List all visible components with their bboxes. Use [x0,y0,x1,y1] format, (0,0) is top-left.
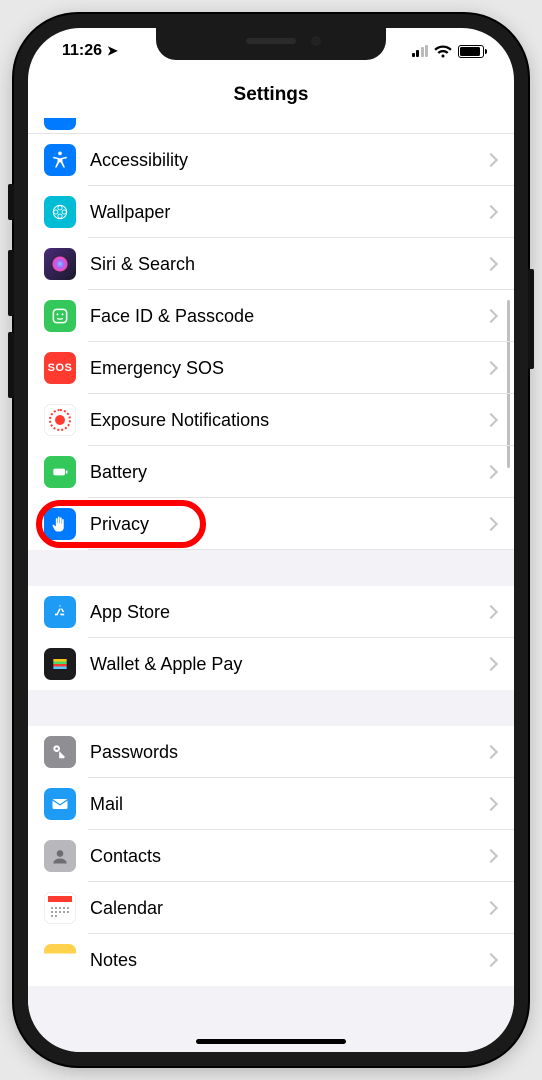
page-title: Settings [28,84,514,106]
battery-icon [44,456,76,488]
mail-icon [44,788,76,820]
settings-row-label: Mail [90,794,486,815]
chevron-right-icon [484,517,498,531]
settings-row-exposure-notifications[interactable]: Exposure Notifications [28,394,514,446]
section-gap [28,690,514,726]
chevron-right-icon [484,901,498,915]
wallet-icon [44,648,76,680]
chevron-right-icon [484,205,498,219]
settings-row-label: Siri & Search [90,254,486,275]
home-indicator[interactable] [196,1039,346,1044]
key-icon [44,736,76,768]
contacts-icon [44,840,76,872]
settings-section: App Store Wallet & Apple Pay [28,586,514,690]
status-time: 11:26 [62,42,102,60]
chevron-right-icon [484,309,498,323]
chevron-right-icon [484,797,498,811]
row-separator [88,549,514,550]
settings-row-contacts[interactable]: Contacts [28,830,514,882]
chevron-right-icon [484,953,498,967]
chevron-right-icon [484,745,498,759]
settings-section: Accessibility Wallpaper Siri & Search Face … [28,118,514,550]
settings-row-notes[interactable]: Notes [28,934,514,986]
settings-row-label: App Store [90,602,486,623]
section-gap [28,550,514,586]
privacy-icon [44,508,76,540]
notch [156,28,386,60]
chevron-right-icon [484,465,498,479]
wallpaper-icon [44,196,76,228]
settings-row-label: Calendar [90,898,486,919]
settings-row-wallet-apple-pay[interactable]: Wallet & Apple Pay [28,638,514,690]
settings-row-wallpaper[interactable]: Wallpaper [28,186,514,238]
location-services-icon: ➤ [107,43,118,59]
settings-row-label: Notes [90,950,486,971]
status-left: 11:26 ➤ [52,42,118,60]
settings-row-label: Wallet & Apple Pay [90,654,486,675]
settings-list[interactable]: Accessibility Wallpaper Siri & Search Face … [28,118,514,1052]
cellular-signal-icon [412,45,429,57]
screen: 11:26 ➤ Settings Accessibility Wallpaper S… [28,28,514,1052]
settings-row-face-id-passcode[interactable]: Face ID & Passcode [28,290,514,342]
settings-row-siri-search[interactable]: Siri & Search [28,238,514,290]
phone-frame: 11:26 ➤ Settings Accessibility Wallpaper S… [14,14,528,1066]
settings-row-label: Wallpaper [90,202,486,223]
status-right [412,45,491,58]
settings-row-calendar[interactable]: Calendar [28,882,514,934]
volume-up-button [8,250,14,316]
exposure-icon [44,404,76,436]
settings-row-label: Battery [90,462,486,483]
settings-row-label: Privacy [90,514,486,535]
settings-row-label: Accessibility [90,150,486,171]
accessibility-icon [44,144,76,176]
side-button [528,269,534,369]
chevron-right-icon [484,605,498,619]
sos-icon: SOS [44,352,76,384]
calendar-icon [44,892,76,924]
chevron-right-icon [484,849,498,863]
settings-row-passwords[interactable]: Passwords [28,726,514,778]
settings-row-battery[interactable]: Battery [28,446,514,498]
settings-row-accessibility[interactable]: Accessibility [28,134,514,186]
chevron-right-icon [484,361,498,375]
settings-row-label: Emergency SOS [90,358,486,379]
settings-row-label: Exposure Notifications [90,410,486,431]
chevron-right-icon [484,657,498,671]
settings-row-emergency-sos[interactable]: SOS Emergency SOS [28,342,514,394]
notes-icon [44,944,76,976]
mute-switch [8,184,14,220]
settings-row-app-store[interactable]: App Store [28,586,514,638]
volume-down-button [8,332,14,398]
wifi-icon [434,45,452,58]
chevron-right-icon [484,153,498,167]
siri-icon [44,248,76,280]
settings-row-label: Contacts [90,846,486,867]
faceid-icon [44,300,76,332]
settings-row-privacy[interactable]: Privacy [28,498,514,550]
settings-row-mail[interactable]: Mail [28,778,514,830]
settings-row-label: Face ID & Passcode [90,306,486,327]
settings-section: Passwords Mail Contacts Calendar Notes [28,726,514,986]
settings-row-partial[interactable] [28,118,514,134]
appstore-icon [44,596,76,628]
chevron-right-icon [484,257,498,271]
settings-row-label: Passwords [90,742,486,763]
battery-icon [458,45,484,58]
chevron-right-icon [484,413,498,427]
